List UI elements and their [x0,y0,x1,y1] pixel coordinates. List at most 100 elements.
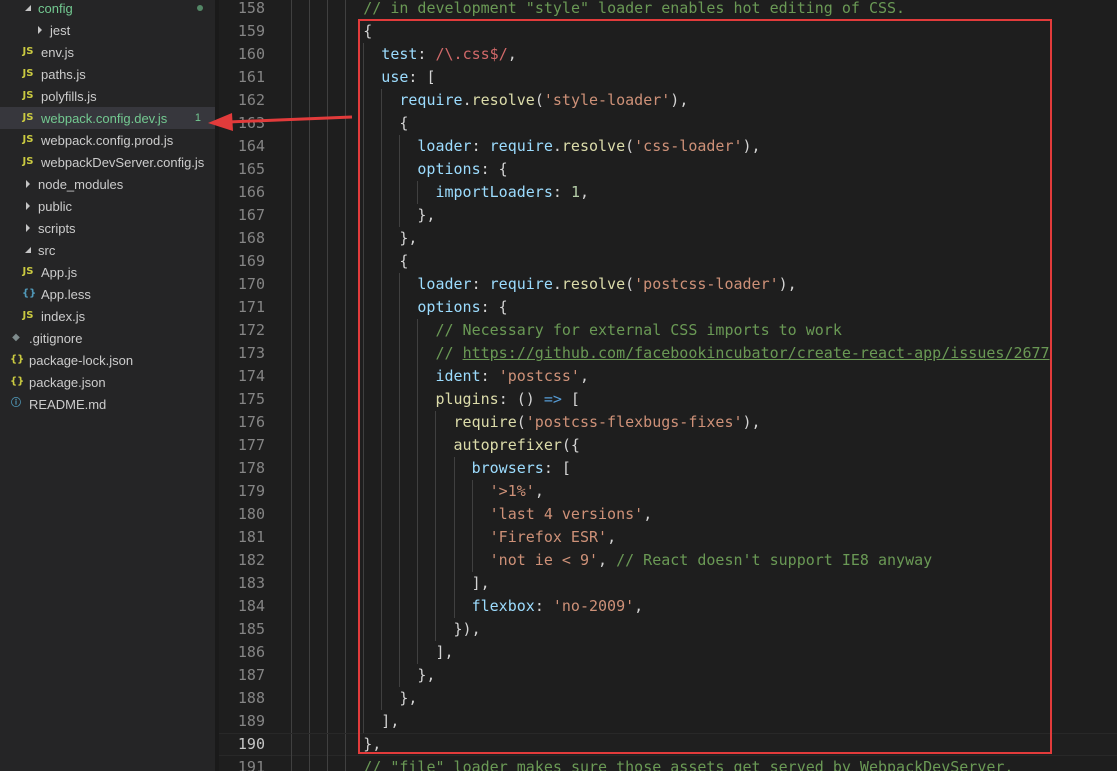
line-number: 165 [237,160,265,178]
line-number: 182 [237,551,265,569]
explorer-item-node-modules[interactable]: node_modules [0,173,215,195]
explorer-item-label: README.md [29,396,107,412]
indent-guide [309,342,311,365]
explorer-item-webpack-config-prod-js[interactable]: JS webpack.config.prod.js [0,129,215,151]
chevron-down-icon[interactable] [22,246,34,254]
explorer-item-label: package-lock.json [29,352,134,368]
explorer-item-config[interactable]: config [0,0,215,19]
explorer-item-label: App.less [41,286,91,302]
indent-guide [345,296,347,319]
indent-guide [309,250,311,273]
line-number: 181 [237,528,265,546]
indent-guide [291,457,292,480]
explorer-item-index-js[interactable]: JS index.js [0,305,215,327]
line-number: 177 [237,436,265,454]
explorer-item-package-json[interactable]: {} package.json [0,371,215,393]
js-file-icon: JS [22,310,34,321]
indent-guide [291,664,292,687]
indent-guide [291,480,292,503]
indent-guide [327,457,329,480]
indent-guide [345,112,347,135]
line-number: 186 [237,643,265,661]
js-file-icon: JS [22,68,34,79]
indent-guide [309,526,311,549]
explorer-item-polyfills-js[interactable]: JS polyfills.js [0,85,215,107]
line-number: 166 [237,183,265,201]
indent-guide [327,43,329,66]
line-number: 189 [237,712,265,730]
chevron-right-icon[interactable] [22,202,34,210]
indent-guide [327,434,329,457]
explorer-item-app-js[interactable]: JS App.js [0,261,215,283]
chevron-right-icon[interactable] [22,180,34,188]
indent-guide [345,0,347,20]
indent-guide [345,411,347,434]
explorer-item-app-less[interactable]: {} App.less [0,283,215,305]
indent-guide [327,687,329,710]
indent-guide [327,388,329,411]
line-number: 168 [237,229,265,247]
indent-guide [327,20,329,43]
explorer-item-public[interactable]: public [0,195,215,217]
explorer-item-label: webpackDevServer.config.js [41,154,205,170]
chevron-right-icon[interactable] [22,224,34,232]
chevron-right-icon[interactable] [34,26,46,34]
indent-guide [309,457,311,480]
indent-guide [291,411,292,434]
explorer-sidebar: config jest JS env.js JS paths.js JS polyfills.… [0,0,215,771]
indent-guide [291,66,292,89]
indent-guide [327,710,329,733]
explorer-item-webpack-config-dev-js[interactable]: JS webpack.config.dev.js 1 [0,107,215,129]
explorer-item-label: config [38,0,73,16]
indent-guide [309,135,311,158]
json-file-icon: {} [10,354,25,365]
less-file-icon: {} [22,288,37,299]
line-number: 172 [237,321,265,339]
indent-guide [345,365,347,388]
indent-guide [327,526,329,549]
indent-guide [327,181,329,204]
indent-guide [345,250,347,273]
indent-guide [345,480,347,503]
explorer-item-webpackdevserver-config-js[interactable]: JS webpackDevServer.config.js [0,151,215,173]
explorer-item-package-lock-json[interactable]: {} package-lock.json [0,349,215,371]
js-file-icon: JS [22,112,34,123]
js-file-icon: JS [22,266,34,277]
explorer-item-label: src [38,242,56,258]
indent-guide [327,503,329,526]
indent-guide [345,227,347,250]
indent-guide [291,549,292,572]
indent-guide [327,734,329,757]
explorer-item-env-js[interactable]: JS env.js [0,41,215,63]
indent-guide [345,549,347,572]
explorer-item-paths-js[interactable]: JS paths.js [0,63,215,85]
chevron-down-icon[interactable] [22,4,34,12]
explorer-item-scripts[interactable]: scripts [0,217,215,239]
line-number: 191 [237,758,265,771]
indent-guide [291,319,292,342]
explorer-item-readme-md[interactable]: ⓘ README.md [0,393,215,415]
explorer-item-src[interactable]: src [0,239,215,261]
indent-guide [291,158,292,181]
indent-guide [345,434,347,457]
code-line[interactable]: 158 // in development "style" loader enab… [219,0,1117,20]
problem-count-badge: 1 [194,112,201,124]
indent-guide [291,273,292,296]
line-number: 188 [237,689,265,707]
explorer-item-jest[interactable]: jest [0,19,215,41]
line-number: 167 [237,206,265,224]
explorer-item-gitignore[interactable]: ◆ .gitignore [0,327,215,349]
indent-guide [291,20,292,43]
indent-guide [309,756,311,771]
code-line[interactable]: 191 // "file" loader makes sure those ass… [219,756,1117,771]
indent-guide [309,411,311,434]
line-number: 164 [237,137,265,155]
indent-guide [291,756,292,771]
indent-guide [327,250,329,273]
explorer-item-label: .gitignore [29,330,83,346]
line-number: 160 [237,45,265,63]
indent-guide [291,227,292,250]
indent-guide [291,641,292,664]
line-number: 184 [237,597,265,615]
indent-guide [291,43,292,66]
